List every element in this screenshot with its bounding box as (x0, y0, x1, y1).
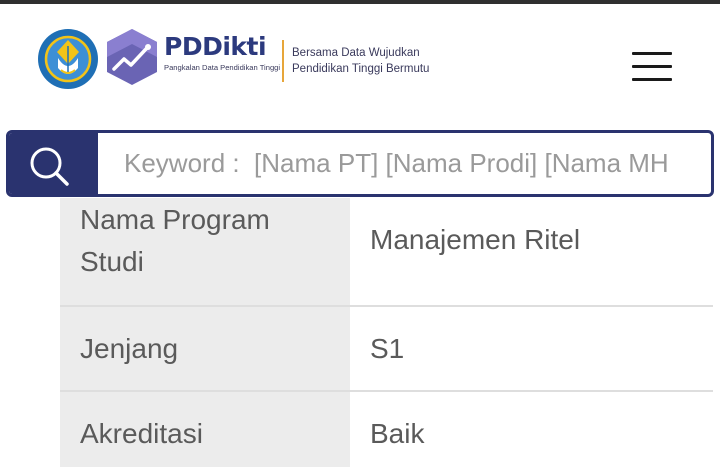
page: PDDikti Pangkalan Data Pendidikan Tinggi… (0, 0, 720, 467)
brand-divider (282, 40, 284, 82)
hamburger-menu-icon-bar (632, 65, 672, 68)
table-row: Akreditasi Baik (60, 392, 713, 467)
tagline-line-1: Bersama Data Wujudkan (292, 47, 420, 59)
row-label-accreditation: Akreditasi (60, 392, 350, 467)
search-input[interactable] (98, 133, 693, 194)
kemdikbud-logo-icon (38, 29, 98, 89)
tagline-line-2: Pendidikan Tinggi Bermutu (292, 63, 430, 75)
hamburger-menu-icon (632, 52, 672, 55)
brand-title: PDDikti (164, 32, 267, 61)
row-label-program-name: Nama Program Studi (60, 198, 350, 305)
hamburger-menu-icon-bar (632, 78, 672, 81)
brand-block: PDDikti Pangkalan Data Pendidikan Tinggi (164, 32, 281, 73)
site-header: PDDikti Pangkalan Data Pendidikan Tinggi… (0, 4, 720, 114)
hamburger-menu-button[interactable] (628, 48, 676, 84)
program-info-table: Nama Program Studi Manajemen Ritel Jenja… (60, 198, 713, 467)
row-label-level: Jenjang (60, 307, 350, 390)
search-button[interactable] (9, 133, 98, 194)
table-row: Nama Program Studi Manajemen Ritel (60, 198, 713, 307)
row-value-accreditation: Baik (350, 392, 713, 467)
brand-subtitle: Pangkalan Data Pendidikan Tinggi (164, 63, 281, 72)
tagline: Bersama Data Wujudkan Pendidikan Tinggi … (292, 45, 429, 77)
row-value-level: S1 (350, 307, 713, 390)
search-bar (6, 130, 714, 197)
table-row: Jenjang S1 (60, 307, 713, 392)
pddikti-logo-icon (107, 29, 157, 85)
row-value-program-name: Manajemen Ritel (350, 198, 713, 305)
search-icon (30, 147, 69, 186)
